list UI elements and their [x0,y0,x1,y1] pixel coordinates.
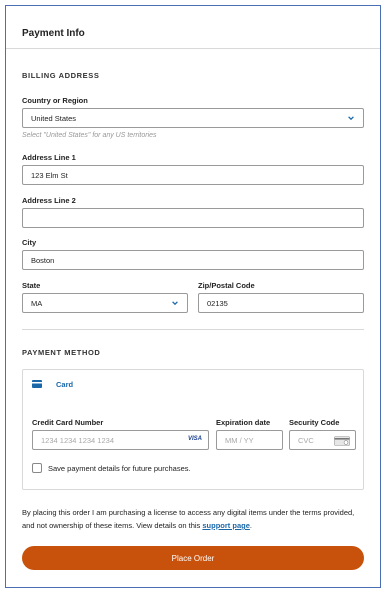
address1-input[interactable]: 123 Elm St [22,165,364,185]
expiration-placeholder: MM / YY [225,435,254,445]
address2-input[interactable] [22,208,364,228]
place-order-button[interactable]: Place Order [22,546,364,570]
card-back-icon [334,436,350,446]
zip-value: 02135 [207,298,228,308]
legal-text-end: . [249,521,252,530]
visa-icon: VISA [187,436,202,442]
expiration-input[interactable]: MM / YY [216,430,283,450]
city-value: Boston [31,255,55,265]
country-select[interactable]: United States [22,108,364,128]
country-hint: Select "United States" for any US territ… [22,132,157,139]
city-input[interactable]: Boston [22,250,364,270]
address2-label: Address Line 2 [22,196,76,205]
chevron-down-icon [348,116,354,121]
address1-label: Address Line 1 [22,153,76,162]
zip-label: Zip/Postal Code [198,281,255,290]
credit-card-icon [32,380,42,388]
city-label: City [22,238,37,247]
expiration-label: Expiration date [216,418,271,427]
country-label: Country or Region [22,96,88,105]
zip-input[interactable]: 02135 [198,293,364,313]
section-divider [22,329,364,330]
save-payment-checkbox[interactable] [32,463,42,473]
security-code-placeholder: CVC [298,435,314,445]
payment-method-card-tab[interactable]: Card [56,380,73,389]
state-select[interactable]: MA [22,293,188,313]
billing-section-title: BILLING ADDRESS [22,71,100,80]
chevron-down-icon [172,301,178,306]
state-select-value: MA [31,298,43,308]
panel-header: Payment Info [6,6,380,49]
country-select-value: United States [31,113,77,123]
security-code-label: Security Code [289,418,340,427]
address1-value: 123 Elm St [31,170,68,180]
support-page-link[interactable]: support page [202,521,250,530]
payment-section-title: PAYMENT METHOD [22,348,101,357]
payment-method-box: Card Credit Card Number 1234 1234 1234 1… [22,369,364,490]
legal-notice: By placing this order I am purchasing a … [22,506,367,532]
state-label: State [22,281,41,290]
cc-number-label: Credit Card Number [32,418,104,427]
payment-panel: Payment Info BILLING ADDRESS Country or … [5,5,381,588]
cc-number-input[interactable]: 1234 1234 1234 1234 VISA [32,430,209,450]
save-payment-label: Save payment details for future purchase… [48,464,191,473]
cc-number-placeholder: 1234 1234 1234 1234 [41,435,114,445]
page-title: Payment Info [22,28,85,39]
security-code-input[interactable]: CVC [289,430,356,450]
legal-text: By placing this order I am purchasing a … [22,508,355,530]
